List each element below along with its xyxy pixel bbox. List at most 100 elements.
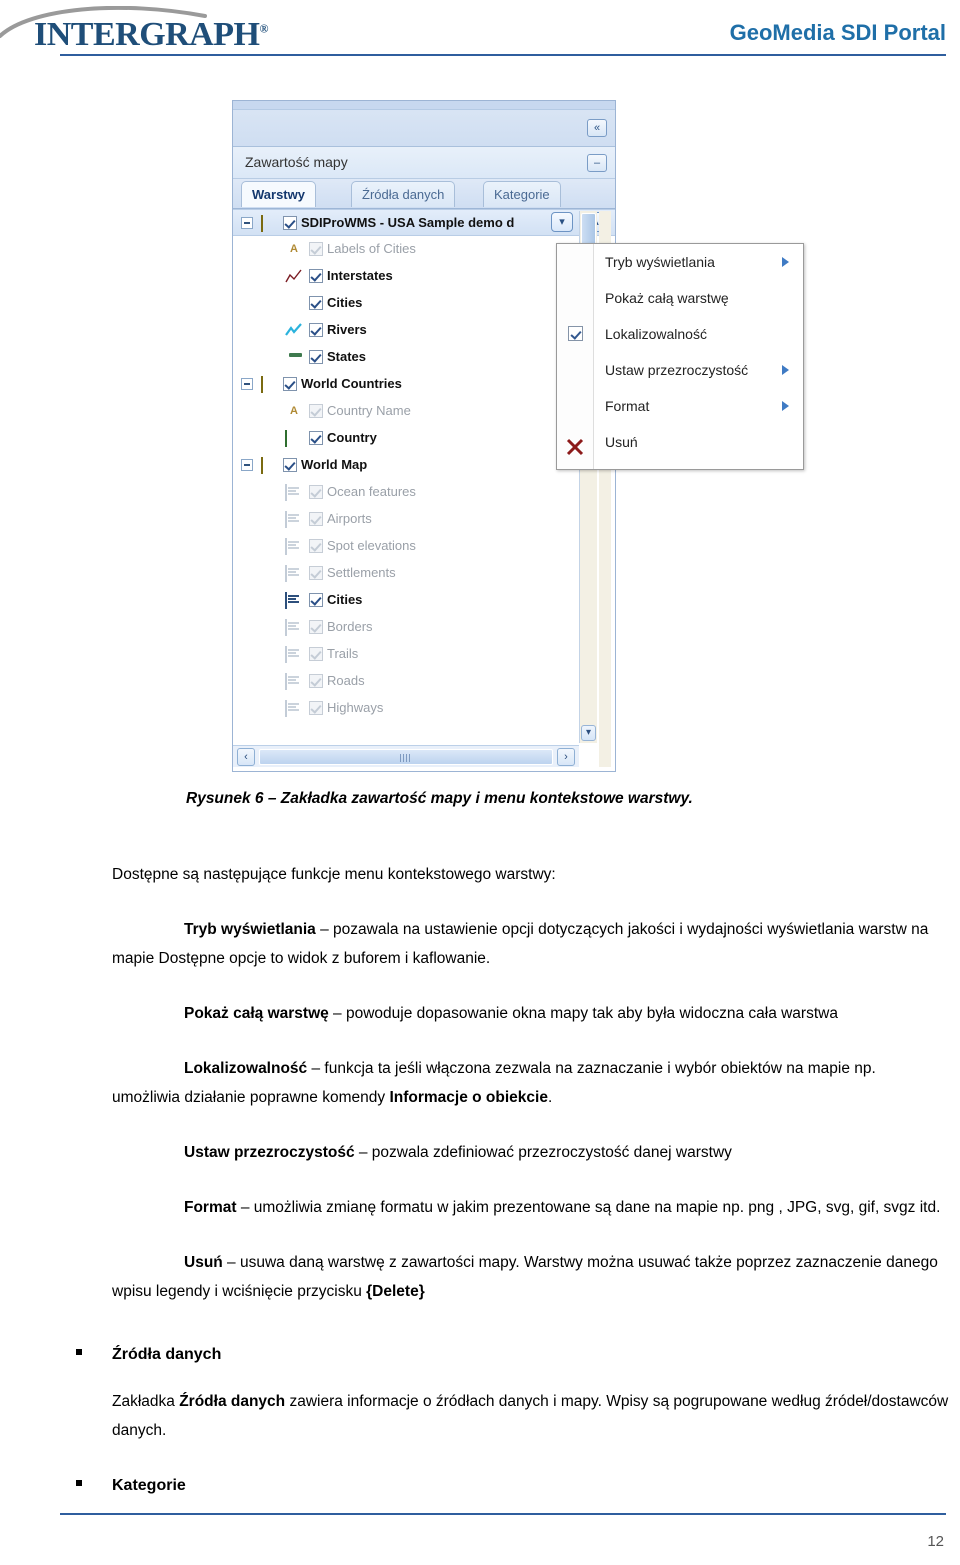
parallelogram-icon xyxy=(261,215,279,232)
context-menu-item-label: Ustaw przezroczystość xyxy=(605,362,749,378)
layer-visibility-checkbox[interactable] xyxy=(309,566,323,580)
bullet-sections: Źródła danych Zakładka Źródła danych zaw… xyxy=(72,1340,952,1518)
scrollbar-grip-icon xyxy=(400,754,412,762)
context-menu-item[interactable]: Pokaż całą warstwę xyxy=(557,280,803,316)
item-term: Format xyxy=(184,1199,237,1216)
layer-label: Ocean features xyxy=(327,484,416,499)
move-layer-down-icon[interactable]: ▾ xyxy=(551,212,573,232)
context-menu-item-label: Usuń xyxy=(605,434,638,450)
submenu-arrow-icon xyxy=(782,401,789,411)
item-term: Lokalizowalność xyxy=(184,1060,308,1077)
expander-icon[interactable] xyxy=(241,459,253,471)
tab-kategorie[interactable]: Kategorie xyxy=(483,181,561,207)
bullet-kategorie: Kategorie xyxy=(72,1471,952,1500)
wms-layer-icon xyxy=(285,592,303,609)
context-menu-item-label: Tryb wyświetlania xyxy=(605,254,715,270)
item-term: Tryb wyświetlania xyxy=(184,921,316,938)
context-menu-item[interactable]: Ustaw przezroczystość xyxy=(557,352,803,388)
context-menu-item[interactable]: Format xyxy=(557,388,803,424)
layer-row[interactable]: Settlements xyxy=(233,560,615,587)
parallelogram-icon xyxy=(261,376,279,393)
tab-warstwy[interactable]: Warstwy xyxy=(241,181,316,207)
layer-visibility-checkbox[interactable] xyxy=(309,323,323,337)
horizontal-scrollbar-thumb[interactable] xyxy=(259,749,553,765)
layer-context-menu[interactable]: Tryb wyświetlania Pokaż całą warstwę Lokal… xyxy=(556,243,804,470)
layer-visibility-checkbox[interactable] xyxy=(309,647,323,661)
layer-label: Interstates xyxy=(327,268,393,283)
layer-label: Country xyxy=(327,430,377,445)
layer-row[interactable]: Trails xyxy=(233,641,615,668)
item-usun: Usuń – usuwa daną warstwę z zawartości m… xyxy=(112,1248,948,1306)
context-menu-item-label: Format xyxy=(605,398,650,414)
layer-row[interactable]: Roads xyxy=(233,668,615,695)
minimize-icon[interactable]: – xyxy=(587,154,607,172)
wms-layer-icon xyxy=(285,565,303,582)
expander-icon[interactable] xyxy=(241,378,253,390)
item-format: Format – umożliwia zmianę formatu w jaki… xyxy=(112,1193,948,1222)
layer-label: SDIProWMS - USA Sample demo d xyxy=(301,215,515,230)
page-number: 12 xyxy=(927,1533,944,1550)
scroll-left-icon[interactable]: ‹ xyxy=(237,748,255,766)
layer-row[interactable]: Highways xyxy=(233,695,615,722)
layer-row[interactable]: SDIProWMS - USA Sample demo d▾ı▴ xyxy=(233,209,615,236)
context-menu-item[interactable]: Tryb wyświetlania xyxy=(557,244,803,280)
layer-label: States xyxy=(327,349,367,364)
layer-visibility-checkbox[interactable] xyxy=(309,296,323,310)
layer-label: Borders xyxy=(327,619,373,634)
para-pre: Zakładka xyxy=(112,1393,180,1410)
layer-row[interactable]: Airports xyxy=(233,506,615,533)
layer-visibility-checkbox[interactable] xyxy=(309,539,323,553)
scroll-right-icon[interactable]: › xyxy=(557,748,575,766)
layer-visibility-checkbox[interactable] xyxy=(309,431,323,445)
logo-wordmark: INTERGRAPH® xyxy=(34,16,268,54)
layer-visibility-checkbox[interactable] xyxy=(309,512,323,526)
scroll-down-icon[interactable]: ▾ xyxy=(581,725,596,741)
item-term: Usuń xyxy=(184,1254,223,1271)
layer-row[interactable]: Ocean features xyxy=(233,479,615,506)
para-bold: Źródła danych xyxy=(179,1393,286,1410)
page-header: INTERGRAPH® GeoMedia SDI Portal xyxy=(0,0,960,62)
item-rest-bold: Informacje o obiekcie xyxy=(389,1089,548,1106)
wms-layer-icon xyxy=(285,619,303,636)
layer-visibility-checkbox[interactable] xyxy=(309,701,323,715)
layer-visibility-checkbox[interactable] xyxy=(283,377,297,391)
horizontal-scrollbar[interactable]: ‹ › xyxy=(233,745,579,767)
logo-registered-mark: ® xyxy=(259,21,268,36)
layer-row[interactable]: Spot elevations xyxy=(233,533,615,560)
collapse-all-icon[interactable]: « xyxy=(587,119,607,137)
layer-visibility-checkbox[interactable] xyxy=(309,269,323,283)
layer-visibility-checkbox[interactable] xyxy=(309,404,323,418)
layer-visibility-checkbox[interactable] xyxy=(283,458,297,472)
layer-visibility-checkbox[interactable] xyxy=(283,216,297,230)
panel-tabs: Warstwy Źródła danych Kategorie xyxy=(233,179,615,209)
context-menu-item[interactable]: Usuń xyxy=(557,424,803,460)
dark-line-icon xyxy=(285,269,303,283)
item-tryb-wyswietlania: Tryb wyświetlania – pozawala na ustawien… xyxy=(112,915,948,973)
label-a-icon: A xyxy=(290,243,298,255)
layer-label: World Countries xyxy=(301,376,402,391)
layer-visibility-checkbox[interactable] xyxy=(309,593,323,607)
menu-checkbox-icon[interactable] xyxy=(568,326,583,341)
context-menu-item[interactable]: Lokalizowalność xyxy=(557,316,803,352)
layer-label: Trails xyxy=(327,646,359,661)
layer-visibility-checkbox[interactable] xyxy=(309,485,323,499)
layer-row[interactable]: Cities xyxy=(233,587,615,614)
tab-zrodla-danych[interactable]: Źródła danych xyxy=(351,181,456,207)
layer-label: Spot elevations xyxy=(327,538,416,553)
item-ustaw-przezroczystosc: Ustaw przezroczystość – pozwala zdefinio… xyxy=(112,1138,948,1167)
item-rest-tail: . xyxy=(547,1089,553,1106)
layer-visibility-checkbox[interactable] xyxy=(309,674,323,688)
expander-icon[interactable] xyxy=(241,217,253,229)
context-menu-item-label: Lokalizowalność xyxy=(605,326,707,342)
layer-visibility-checkbox[interactable] xyxy=(309,350,323,364)
item-lokalizowalnosc: Lokalizowalność – funkcja ta jeśli włącz… xyxy=(112,1054,948,1112)
layer-label: Cities xyxy=(327,295,363,310)
delete-x-icon xyxy=(566,433,584,456)
layer-visibility-checkbox[interactable] xyxy=(309,620,323,634)
layer-visibility-checkbox[interactable] xyxy=(309,242,323,256)
layer-label: Cities xyxy=(327,592,363,607)
layer-row[interactable]: Borders xyxy=(233,614,615,641)
point-icon xyxy=(285,296,303,310)
wms-layer-icon xyxy=(285,484,303,501)
blue-line-icon xyxy=(285,323,303,337)
